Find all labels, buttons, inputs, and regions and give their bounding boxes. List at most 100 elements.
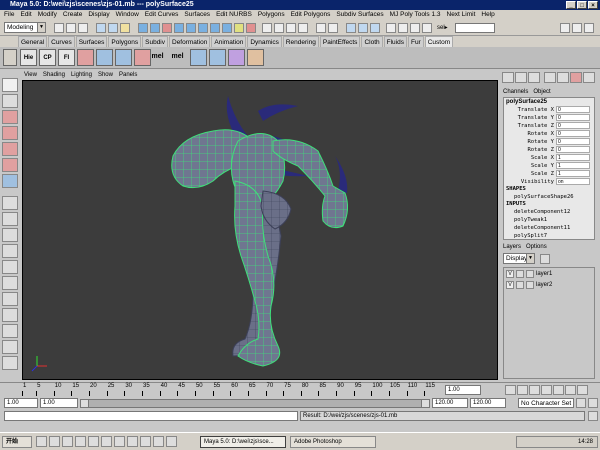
shelf-icon-hie[interactable]: Hie [20, 49, 37, 66]
shelf-icon-fi[interactable]: FI [58, 49, 75, 66]
menu-help[interactable]: Help [481, 10, 494, 20]
history-icon[interactable] [316, 23, 326, 33]
menu-window[interactable]: Window [116, 10, 139, 20]
channel-row[interactable]: Rotate Y0 [504, 138, 594, 146]
output-icon[interactable] [398, 23, 408, 33]
menu-edit-curves[interactable]: Edit Curves [145, 10, 179, 20]
channel-row[interactable]: Visibility on [504, 178, 594, 186]
cb-toggle-icon-4[interactable] [544, 72, 556, 83]
channel-row[interactable]: Rotate X0 [504, 130, 594, 138]
select-tool-icon[interactable] [2, 78, 18, 92]
quick-select-field[interactable] [455, 23, 495, 33]
shelf-tab-dynamics[interactable]: Dynamics [247, 36, 282, 47]
panel-menu-panels[interactable]: Panels [119, 71, 137, 80]
cb-toggle-icon-6[interactable] [570, 72, 582, 83]
snap-plane-icon[interactable] [298, 23, 308, 33]
cb-toggle-icon-5[interactable] [557, 72, 569, 83]
show-tool-settings-icon[interactable] [572, 23, 582, 33]
panel-menu-show[interactable]: Show [98, 71, 113, 80]
mask-icon-10[interactable] [246, 23, 256, 33]
key-icon[interactable] [576, 398, 586, 408]
persp-graph-layout-icon[interactable] [2, 244, 18, 258]
render-globals-icon[interactable] [370, 23, 380, 33]
channel-value[interactable]: on [556, 178, 590, 185]
shelf-tab-fluids[interactable]: Fluids [383, 36, 407, 47]
render-icon[interactable] [346, 23, 356, 33]
shelf-tab-painteffects[interactable]: PaintEffects [319, 36, 361, 47]
mask-icon-1[interactable] [138, 23, 148, 33]
options-menu-item[interactable]: Options [526, 244, 547, 250]
quick-launch-icon-6[interactable] [101, 436, 112, 447]
shelf-icon-12[interactable] [228, 49, 245, 66]
layout-icon-10[interactable] [2, 340, 18, 354]
quick-launch-icon-3[interactable] [62, 436, 73, 447]
channel-row[interactable]: Rotate Z0 [504, 146, 594, 154]
rotate-tool-icon[interactable] [2, 142, 18, 156]
time-slider[interactable]: 1 5 10 15 20 25 30 35 40 45 50 55 60 65 70 75 80 85 90 95 10… [0, 382, 600, 396]
shelf-tab-polygons[interactable]: Polygons [108, 36, 142, 47]
panel-menu-lighting[interactable]: Lighting [71, 71, 92, 80]
snap-curve-icon[interactable] [274, 23, 284, 33]
menu-create[interactable]: Create [63, 10, 83, 20]
start-button[interactable]: 开始 [2, 436, 32, 448]
channel-value[interactable]: 0 [556, 106, 590, 113]
channel-value[interactable]: 0 [556, 146, 590, 153]
lasso-tool-icon[interactable] [2, 94, 18, 108]
playback-end-field[interactable]: 120.00 [432, 398, 468, 408]
menu-edit-nurbs[interactable]: Edit NURBS [216, 10, 252, 20]
script-editor-icon[interactable] [588, 411, 598, 421]
shelf-tab-general[interactable]: General [18, 36, 48, 47]
character-set-dropdown[interactable]: No Character Set [518, 398, 574, 408]
layout-icon-9[interactable] [2, 324, 18, 338]
show-channel-box-icon[interactable] [584, 23, 594, 33]
time-ruler[interactable]: 1 5 10 15 20 25 30 35 40 45 50 55 60 65 70 75 80 85 90 95 10… [22, 383, 442, 397]
layer-visibility-toggle[interactable]: V [506, 269, 514, 278]
shelf-icon-cp[interactable]: CP [39, 49, 56, 66]
shelf-icon-13[interactable] [247, 49, 264, 66]
input-node[interactable]: deleteComponent12 [504, 208, 594, 216]
channel-row[interactable]: Scale Y1 [504, 162, 594, 170]
mode-dropdown[interactable]: Modeling ▼ [4, 22, 46, 33]
layout-icon-8[interactable] [2, 308, 18, 322]
shelf-icon-6[interactable] [115, 49, 132, 66]
single-view-layout-icon[interactable] [2, 196, 18, 210]
panel-menu-view[interactable]: View [24, 71, 37, 80]
cb-toggle-icon-7[interactable] [583, 72, 595, 83]
mask-icon-9[interactable] [234, 23, 244, 33]
channel-row[interactable]: Scale Z1 [504, 170, 594, 178]
channel-value[interactable]: 0 [556, 114, 590, 121]
menu-display[interactable]: Display [88, 10, 109, 20]
layer-color-swatch[interactable] [526, 280, 534, 289]
quick-launch-icon-9[interactable] [140, 436, 151, 447]
input-node[interactable]: polySplit7 [504, 232, 594, 239]
open-scene-icon[interactable] [66, 23, 76, 33]
select-hierarchy-icon[interactable] [96, 23, 106, 33]
save-scene-icon[interactable] [78, 23, 88, 33]
minimize-button[interactable]: _ [566, 1, 576, 9]
shelf-tab-custom[interactable]: Custom [424, 36, 454, 47]
construction-history-icon[interactable] [328, 23, 338, 33]
perspective-viewport[interactable] [22, 80, 498, 380]
cb-toggle-icon-3[interactable] [528, 72, 540, 83]
shelf-menu-icon[interactable] [3, 49, 17, 66]
quick-launch-icon-11[interactable] [166, 436, 177, 447]
channel-row[interactable]: Translate X0 [504, 106, 594, 114]
snap-point-icon[interactable] [286, 23, 296, 33]
channel-value[interactable]: 1 [556, 162, 590, 169]
layer-color-swatch[interactable] [526, 269, 534, 278]
channel-value[interactable]: 1 [556, 170, 590, 177]
mask-icon-3[interactable] [162, 23, 172, 33]
playback-start-field[interactable]: 1.00 [40, 398, 78, 408]
layer-type-toggle[interactable] [516, 280, 524, 289]
shelf-icon-mel-2[interactable]: mel [168, 48, 187, 67]
go-to-start-icon[interactable] [505, 385, 516, 395]
maximize-button[interactable]: □ [577, 1, 587, 9]
menu-next-limit[interactable]: Next Limit [447, 10, 476, 20]
shelf-tab-cloth[interactable]: Cloth [361, 36, 383, 47]
layers-menu-item[interactable]: Layers [503, 244, 521, 250]
layout-icon-7[interactable] [2, 292, 18, 306]
scale-tool-icon[interactable] [2, 158, 18, 172]
input-node[interactable]: polyTweak1 [504, 216, 594, 224]
close-button[interactable]: × [588, 1, 598, 9]
menu-edit[interactable]: Edit [20, 10, 31, 20]
